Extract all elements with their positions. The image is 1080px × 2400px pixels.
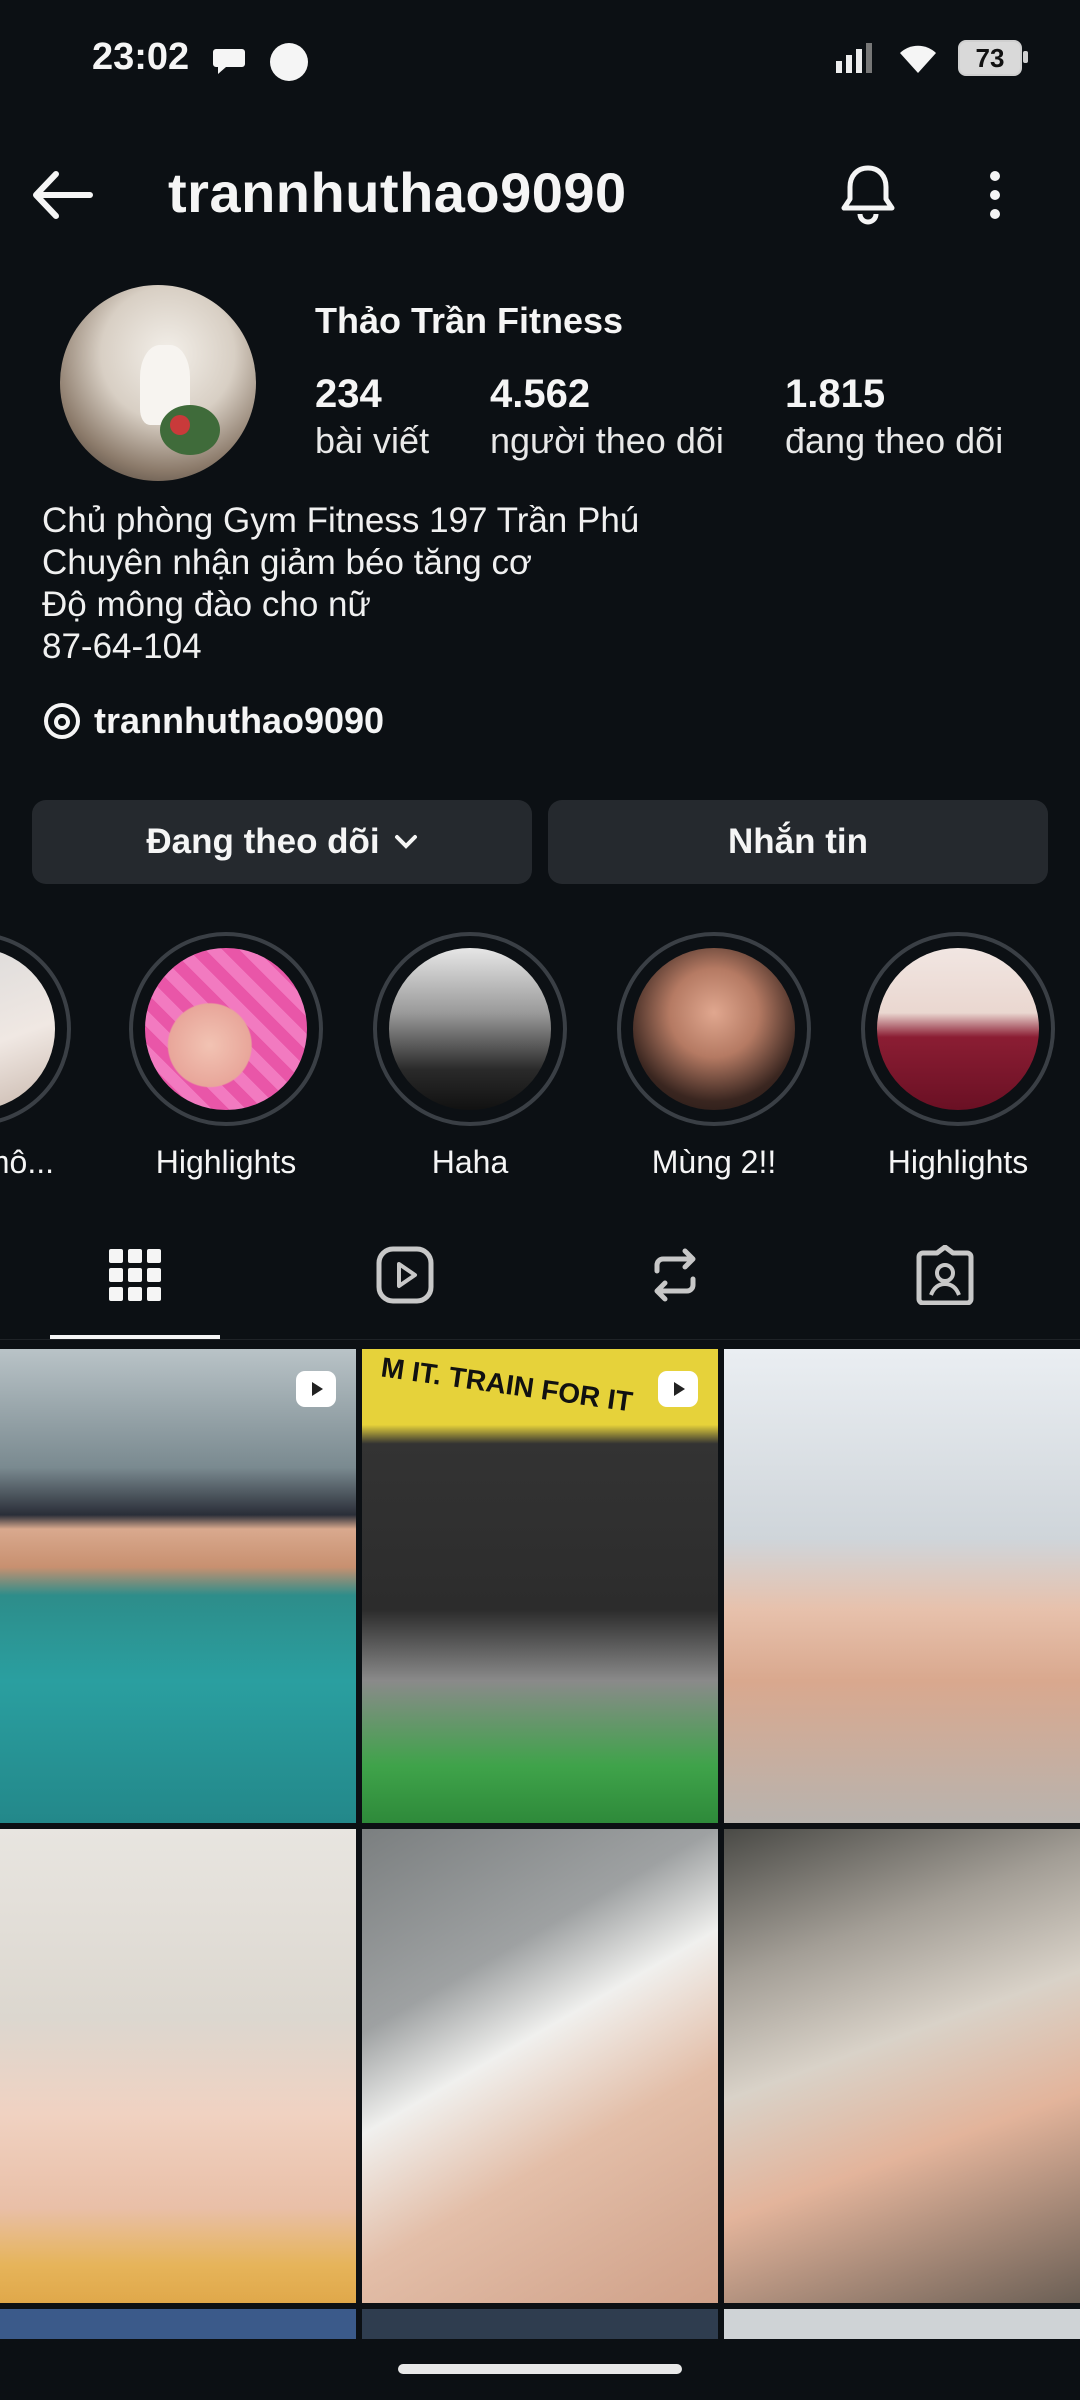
posts-label: bài viết [315,420,430,461]
highlight-label: Highlights [887,1144,1029,1180]
profile-bio: Chủ phòng Gym Fitness 197 Trần Phú Chuyê… [42,500,639,668]
profile-avatar[interactable] [60,285,256,481]
reels-icon[interactable] [375,1245,435,1305]
followers-label: người theo dõi [490,420,724,461]
following-button[interactable]: Đang theo dõi [32,800,532,884]
highlight-item[interactable]: Mùng 2!! [614,932,814,1181]
following-count: 1.815 [785,372,886,416]
grid-post[interactable] [0,1829,356,2303]
grid-post[interactable] [362,1829,718,2303]
followers-count: 4.562 [490,372,591,416]
threads-icon [44,703,80,739]
grid-post[interactable] [0,2309,356,2339]
reel-badge-icon [296,1371,336,1407]
followers-stat[interactable]: 4.562 người theo dõi [490,370,724,464]
posts-stat[interactable]: 234 bài viết [315,370,429,464]
notification-dot-icon [270,43,308,81]
following-button-label: Đang theo dõi [146,822,380,861]
highlight-item[interactable]: Highlights [126,932,326,1181]
profile-username: trannhuthao9090 [168,161,627,224]
bell-icon[interactable] [838,162,898,226]
tabs-divider [0,1339,1080,1340]
following-label: đang theo dõi [785,420,1004,461]
display-name: Thảo Trần Fitness [315,300,624,341]
reel-badge-icon [658,1371,698,1407]
grid-post[interactable] [362,2309,718,2339]
message-notification-icon [212,46,246,81]
highlight-item[interactable]: Haha [370,932,570,1181]
home-indicator[interactable] [398,2364,682,2374]
grid-post[interactable] [724,2309,1080,2339]
grid-post[interactable] [724,1829,1080,2303]
threads-handle: trannhuthao9090 [94,700,385,741]
tagged-icon[interactable] [915,1244,975,1306]
grid-icon[interactable] [105,1245,165,1305]
bio-line: Chủ phòng Gym Fitness 197 Trần Phú [42,501,640,540]
battery-indicator: 73 [958,40,1028,76]
highlight-item[interactable]: ở mô... [0,932,74,1181]
bio-line: 87-64-104 [42,627,202,666]
grid-post-banner: M IT. TRAIN FOR IT [379,1351,635,1418]
highlight-label: Haha [431,1144,509,1180]
highlight-label: Mùng 2!! [651,1144,777,1180]
posts-count: 234 [315,372,382,416]
status-time: 23:02 [92,36,190,78]
threads-link[interactable]: trannhuthao9090 [42,700,384,742]
status-icons: 73 [836,40,1028,76]
message-button-label: Nhắn tin [728,822,868,861]
bio-line: Độ mông đào cho nữ [42,585,371,624]
grid-post[interactable] [724,1349,1080,1823]
message-button[interactable]: Nhắn tin [548,800,1048,884]
signal-icon [836,43,872,73]
highlight-label: ở mô... [0,1144,54,1180]
more-options-icon[interactable] [980,168,1010,222]
highlight-item[interactable]: Highlights [858,932,1058,1181]
bio-line: Chuyên nhận giảm béo tăng cơ [42,543,532,582]
highlight-label: Highlights [155,1144,297,1180]
following-stat[interactable]: 1.815 đang theo dõi [785,370,1003,464]
back-arrow-icon[interactable] [30,170,100,220]
wifi-icon [900,45,936,73]
grid-post[interactable] [0,1349,356,1823]
grid-post[interactable]: M IT. TRAIN FOR IT [362,1349,718,1823]
chevron-down-icon [394,835,417,849]
reposts-icon[interactable] [645,1245,705,1305]
